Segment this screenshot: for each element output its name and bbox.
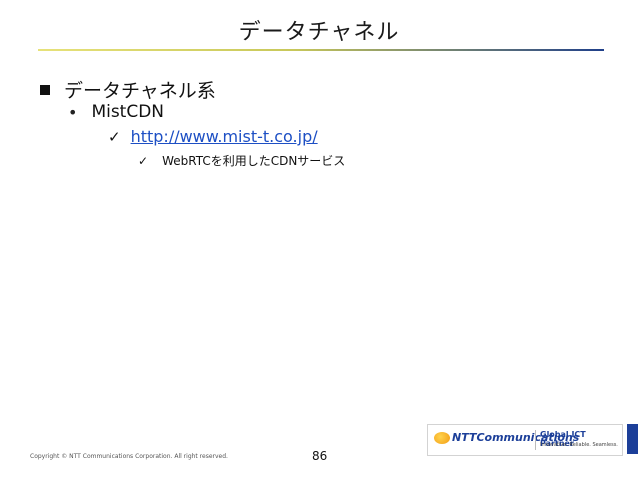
- ntt-orb-icon: [434, 432, 450, 444]
- bullet-level-2-text: MistCDN: [91, 102, 165, 122]
- checkmark-icon: ✓: [138, 153, 149, 168]
- bullet-level-1-text: データチャネル系: [64, 80, 216, 102]
- logo-tagline: Innovative. Reliable. Seamless.: [540, 442, 618, 448]
- corner-accent-bar: [627, 424, 638, 454]
- copyright-text: Copyright © NTT Communications Corporati…: [30, 453, 228, 460]
- company-logo: NTTCommunications Global ICT Partner Inn…: [427, 424, 623, 456]
- bullet-level-4-text: WebRTCを利用したCDNサービス: [162, 154, 346, 168]
- page-number: 86: [312, 449, 328, 463]
- slide: データチャネル データチャネル系 • MistCDN ✓ http://www.…: [0, 0, 638, 479]
- title-underline: [38, 49, 604, 51]
- logo-divider: [535, 430, 536, 450]
- slide-title: データチャネル: [238, 20, 400, 45]
- mist-url-link[interactable]: http://www.mist-t.co.jp/: [131, 127, 318, 146]
- checkmark-icon: ✓: [108, 127, 121, 146]
- bullet-level-4: ✓ WebRTCを利用したCDNサービス: [138, 152, 345, 169]
- bullet-level-1: データチャネル系: [40, 76, 216, 103]
- dot-bullet-icon: •: [68, 102, 78, 122]
- bullet-level-3: ✓ http://www.mist-t.co.jp/: [108, 127, 318, 146]
- bullet-level-2: • MistCDN: [68, 102, 164, 122]
- square-bullet-icon: [40, 84, 50, 95]
